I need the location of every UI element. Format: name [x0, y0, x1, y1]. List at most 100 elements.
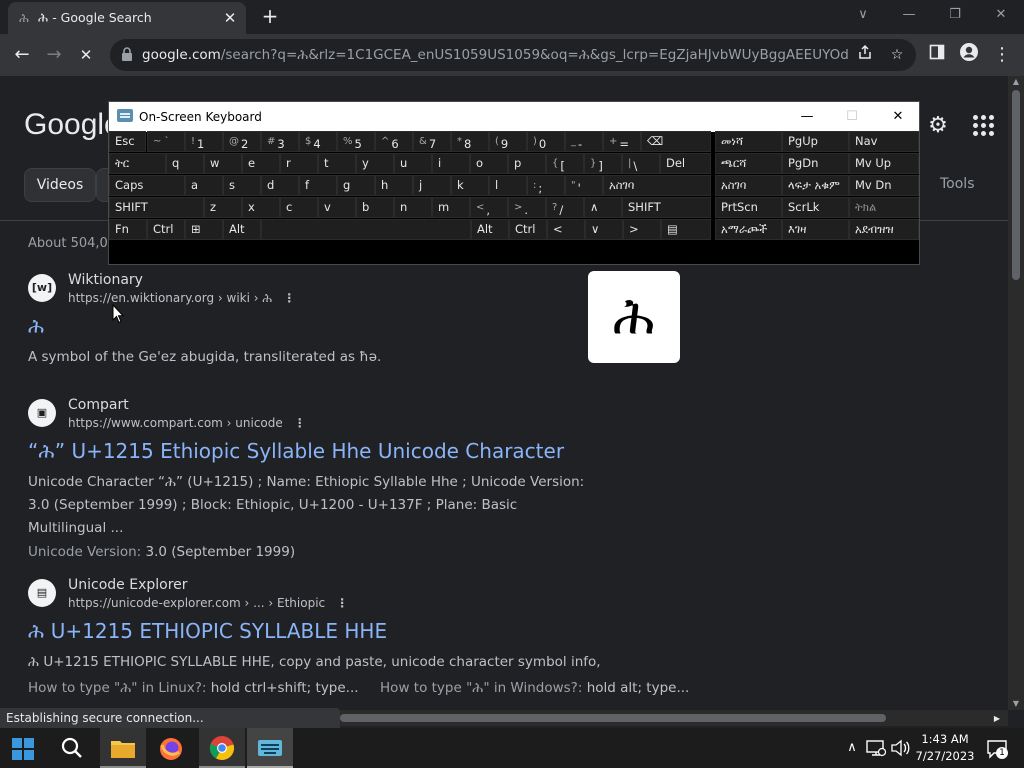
browser-tab[interactable]: ሕ ሕ - Google Search ✕ — [8, 2, 246, 34]
osk-key-mvup[interactable]: Mv Up — [849, 153, 919, 174]
osk-key-a[interactable]: a — [185, 175, 223, 196]
result-header[interactable]: [w] Wiktionary https://en.wiktionary.org… — [28, 272, 628, 306]
restore-button[interactable]: ❐ — [937, 4, 973, 26]
osk-key-period[interactable]: >. — [508, 197, 546, 218]
osk-key-k[interactable]: k — [451, 175, 489, 196]
osk-key-y[interactable]: y — [356, 153, 394, 174]
osk-key-k3[interactable]: @2 — [223, 131, 261, 152]
result-title-link[interactable]: “ሕ” U+1215 Ethiopic Syllable Hhe Unicode… — [28, 439, 588, 463]
osk-key-k9[interactable]: * 8 — [451, 131, 489, 152]
osk-key-e[interactable]: e — [242, 153, 280, 174]
osk-key-mvdn[interactable]: Mv Dn — [849, 175, 919, 196]
tray-chevron-icon[interactable]: ∧ — [844, 738, 860, 758]
osk-key-k2[interactable]: ! 1 — [185, 131, 223, 152]
osk-key-prtscn[interactable]: PrtScn — [715, 197, 782, 218]
osk-key-semi[interactable]: :; — [527, 175, 565, 196]
osk-key-b[interactable]: b — [356, 197, 394, 218]
osk-key-k8[interactable]: & 7 — [413, 131, 451, 152]
filter-chip-videos[interactable]: Videos — [24, 168, 96, 202]
google-apps-icon[interactable] — [972, 114, 996, 138]
osk-key-h[interactable]: h — [375, 175, 413, 196]
search-icon[interactable] — [60, 736, 84, 760]
osk-key-win[interactable]: ⊞ — [185, 219, 223, 240]
osk-key-esc[interactable]: Esc — [109, 131, 146, 152]
osk-key-o[interactable]: o — [470, 153, 508, 174]
osk-key-right[interactable]: > — [623, 219, 661, 240]
side-panel-icon[interactable] — [924, 42, 950, 68]
osk-key-pgup[interactable]: PgUp — [782, 131, 849, 152]
chrome-menu-icon[interactable]: ⋮ — [989, 42, 1015, 68]
osk-key-k4[interactable]: #3 — [261, 131, 299, 152]
forward-button[interactable]: → — [41, 42, 67, 68]
scroll-up-icon[interactable]: ▲ — [1012, 78, 1020, 86]
osk-key-k5[interactable]: $4 — [299, 131, 337, 152]
back-button[interactable]: ← — [9, 42, 35, 68]
osk-key-enter[interactable]: አስገባ — [603, 175, 711, 196]
clock[interactable]: 1:43 AM 7/27/2023 — [914, 731, 976, 765]
osk-key-bksp[interactable]: ⌫ — [641, 131, 711, 152]
sitelink-windows[interactable]: How to type "ሕ" in Windows?: hold alt; t… — [380, 680, 689, 696]
osk-key-insert[interactable]: አስገባ — [715, 175, 782, 196]
more-options-icon[interactable]: ⋮ — [282, 291, 296, 305]
osk-key-slash[interactable]: ? / — [546, 197, 584, 218]
osk-key-home[interactable]: መነሻ — [715, 131, 782, 152]
bookmark-star-icon[interactable]: ☆ — [886, 44, 908, 66]
osk-key-m[interactable]: m — [432, 197, 470, 218]
osk-key-pause[interactable]: ላፍታ አቁም — [782, 175, 849, 196]
horizontal-scrollbar[interactable]: ▶ — [340, 710, 1008, 726]
osk-key-k6[interactable]: % 5 — [337, 131, 375, 152]
osk-title-bar[interactable]: On-Screen Keyboard — ☐ ✕ — [109, 102, 919, 132]
osk-maximize-button[interactable]: ☐ — [829, 102, 875, 132]
more-options-icon[interactable]: ⋮ — [293, 416, 307, 430]
new-tab-button[interactable]: + — [258, 6, 282, 28]
osk-key-lalt[interactable]: Alt — [223, 219, 261, 240]
osk-key-w[interactable]: w — [204, 153, 242, 174]
network-icon[interactable] — [866, 739, 887, 757]
scroll-down-icon[interactable]: ▼ — [1012, 700, 1020, 708]
osk-key-comma[interactable]: <, — [470, 197, 508, 218]
settings-gear-icon[interactable]: ⚙ — [926, 114, 950, 138]
google-logo[interactable]: Google — [24, 108, 121, 142]
osk-key-space[interactable] — [261, 219, 471, 240]
osk-key-pgdn[interactable]: PgDn — [782, 153, 849, 174]
close-window-button[interactable]: ✕ — [983, 4, 1019, 26]
file-explorer-taskbar-button[interactable] — [100, 728, 146, 768]
osk-key-rb[interactable]: }] — [584, 153, 622, 174]
tab-close-icon[interactable]: ✕ — [222, 10, 238, 26]
osk-key-lb[interactable]: {[ — [546, 153, 584, 174]
osk-key-dock[interactable]: ትክል — [849, 197, 919, 218]
osk-key-r[interactable]: r — [280, 153, 318, 174]
osk-key-l[interactable]: l — [489, 175, 527, 196]
osk-key-t[interactable]: t — [318, 153, 356, 174]
osk-key-s[interactable]: s — [223, 175, 261, 196]
osk-key-j[interactable]: j — [413, 175, 451, 196]
chrome-taskbar-button[interactable] — [199, 728, 245, 768]
profile-avatar-icon[interactable] — [956, 42, 982, 68]
result-title-link[interactable]: ሕ U+1215 ETHIOPIC SYLLABLE HHE — [28, 619, 668, 643]
osk-key-lctrl[interactable]: Ctrl — [147, 219, 185, 240]
minimize-button[interactable]: — — [891, 4, 927, 26]
sitelink-linux[interactable]: How to type "ሕ" in Linux?: hold ctrl+shi… — [28, 680, 359, 696]
osk-key-rshift[interactable]: SHIFT — [622, 197, 711, 218]
osk-key-tab[interactable]: ትር — [109, 153, 166, 174]
osk-key-left[interactable]: < — [547, 219, 585, 240]
osk-key-fn[interactable]: Fn — [109, 219, 147, 240]
more-options-icon[interactable]: ⋮ — [335, 596, 349, 610]
osk-key-nav[interactable]: Nav — [849, 131, 919, 152]
osk-key-lshift[interactable]: SHIFT — [109, 197, 204, 218]
osk-key-v[interactable]: v — [318, 197, 356, 218]
lock-icon[interactable] — [120, 47, 134, 63]
windows-start-icon[interactable] — [12, 738, 34, 760]
stop-loading-button[interactable]: ✕ — [73, 42, 99, 68]
osk-key-x[interactable]: x — [242, 197, 280, 218]
osk-key-n[interactable]: n — [394, 197, 432, 218]
osk-key-d[interactable]: d — [261, 175, 299, 196]
osk-key-z[interactable]: z — [204, 197, 242, 218]
osk-key-i[interactable]: i — [432, 153, 470, 174]
osk-key-uparrow[interactable]: ∧ — [584, 197, 622, 218]
share-icon[interactable] — [854, 44, 876, 66]
osk-key-u[interactable]: u — [394, 153, 432, 174]
address-bar[interactable]: google.com/search?q=ሕ&rlz=1C1GCEA_enUS10… — [110, 39, 916, 71]
osk-key-menu[interactable]: ▤ — [661, 219, 711, 240]
osk-key-bs[interactable]: | \ — [622, 153, 660, 174]
